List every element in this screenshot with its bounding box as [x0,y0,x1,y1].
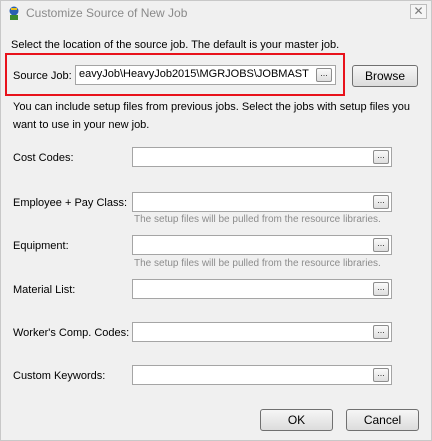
browse-button[interactable]: Browse [352,65,418,87]
equipment-ellipsis-button[interactable]: ... [373,238,389,252]
setup-intro-line2: want to use in your new job. [13,119,150,131]
employee-pay-class-hint: The setup files will be pulled from the … [134,214,381,225]
ok-button[interactable]: OK [260,409,333,431]
source-job-ellipsis-button[interactable]: ... [316,68,332,82]
material-list-field[interactable]: ... [132,279,392,299]
employee-pay-class-label: Employee + Pay Class: [13,197,128,209]
equipment-field[interactable]: ... [132,235,392,255]
intro-text: Select the location of the source job. T… [11,39,340,51]
equipment-hint: The setup files will be pulled from the … [134,258,381,269]
workers-comp-codes-label: Worker's Comp. Codes: [13,327,130,339]
custom-keywords-label: Custom Keywords: [13,370,106,382]
cost-codes-label: Cost Codes: [13,152,74,164]
cost-codes-field[interactable]: ... [132,147,392,167]
workers-comp-codes-ellipsis-button[interactable]: ... [373,325,389,339]
cancel-button[interactable]: Cancel [346,409,419,431]
equipment-label: Equipment: [13,240,69,252]
material-list-label: Material List: [13,284,76,296]
customize-source-dialog: Customize Source of New Job ✕ Select the… [0,0,432,441]
app-icon [9,6,19,20]
window-title: Customize Source of New Job [26,6,188,20]
source-job-value: eavyJob\HeavyJob2015\MGRJOBS\JOBMAST [79,68,309,80]
close-icon: ✕ [413,4,424,18]
custom-keywords-ellipsis-button[interactable]: ... [373,368,389,382]
source-job-field[interactable]: eavyJob\HeavyJob2015\MGRJOBS\JOBMAST ... [75,65,336,85]
cost-codes-ellipsis-button[interactable]: ... [373,150,389,164]
employee-pay-class-field[interactable]: ... [132,192,392,212]
employee-pay-class-ellipsis-button[interactable]: ... [373,195,389,209]
setup-intro-line1: You can include setup files from previou… [13,101,411,113]
close-button[interactable]: ✕ [410,4,427,19]
material-list-ellipsis-button[interactable]: ... [373,282,389,296]
title-bar[interactable]: Customize Source of New Job ✕ [1,1,431,25]
custom-keywords-field[interactable]: ... [132,365,392,385]
workers-comp-codes-field[interactable]: ... [132,322,392,342]
source-job-label: Source Job: [13,70,72,82]
